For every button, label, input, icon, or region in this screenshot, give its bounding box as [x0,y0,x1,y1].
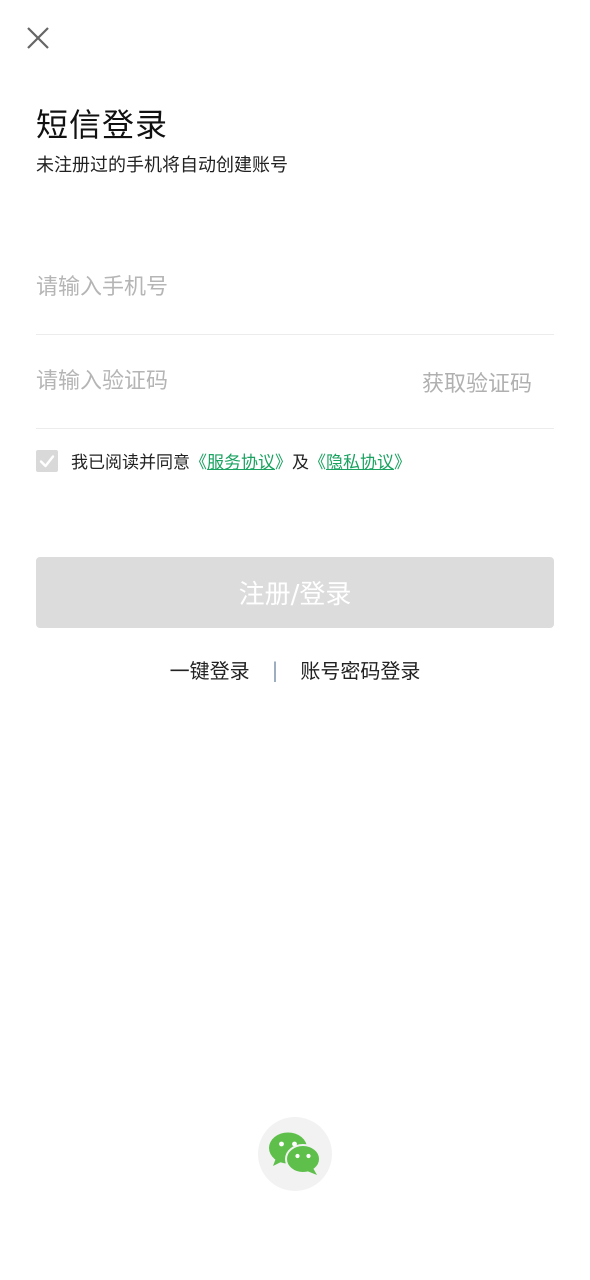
one-click-login-link[interactable]: 一键登录 [170,655,250,684]
privacy-bracket-open: 《 [309,453,326,473]
page-title: 短信登录 [36,106,169,144]
login-options-divider: | [271,657,279,682]
service-bracket-open: 《 [190,453,207,473]
alternate-login-options: 一键登录 | 账号密码登录 [0,655,590,684]
wechat-login-button[interactable] [258,1117,332,1191]
wechat-icon [269,1132,321,1175]
close-button[interactable] [22,22,54,54]
code-field: 获取验证码 [36,335,554,429]
agreement-row: 我已阅读并同意 《 服务协议 》 及 《 隐私协议 》 [36,448,411,473]
close-icon [27,27,49,49]
privacy-bracket-close: 》 [394,453,411,473]
service-bracket-close: 》 [275,453,292,473]
verification-code-input[interactable] [36,361,422,402]
privacy-agreement-link[interactable]: 隐私协议 [326,448,394,473]
page-subtitle: 未注册过的手机将自动创建账号 [36,155,288,176]
register-login-button[interactable]: 注册/登录 [36,557,554,628]
password-login-link[interactable]: 账号密码登录 [300,655,420,684]
agreement-conjunction: 及 [292,453,309,473]
agreement-checkbox[interactable] [36,449,58,472]
agreement-text: 我已阅读并同意 [71,453,190,473]
get-code-button[interactable]: 获取验证码 [422,366,554,398]
login-page: 短信登录 未注册过的手机将自动创建账号 获取验证码 我已阅读并同意 《 服务协议… [0,0,590,1280]
phone-field [36,241,554,335]
phone-input[interactable] [36,267,554,308]
check-icon [39,454,55,467]
service-agreement-link[interactable]: 服务协议 [207,448,275,473]
